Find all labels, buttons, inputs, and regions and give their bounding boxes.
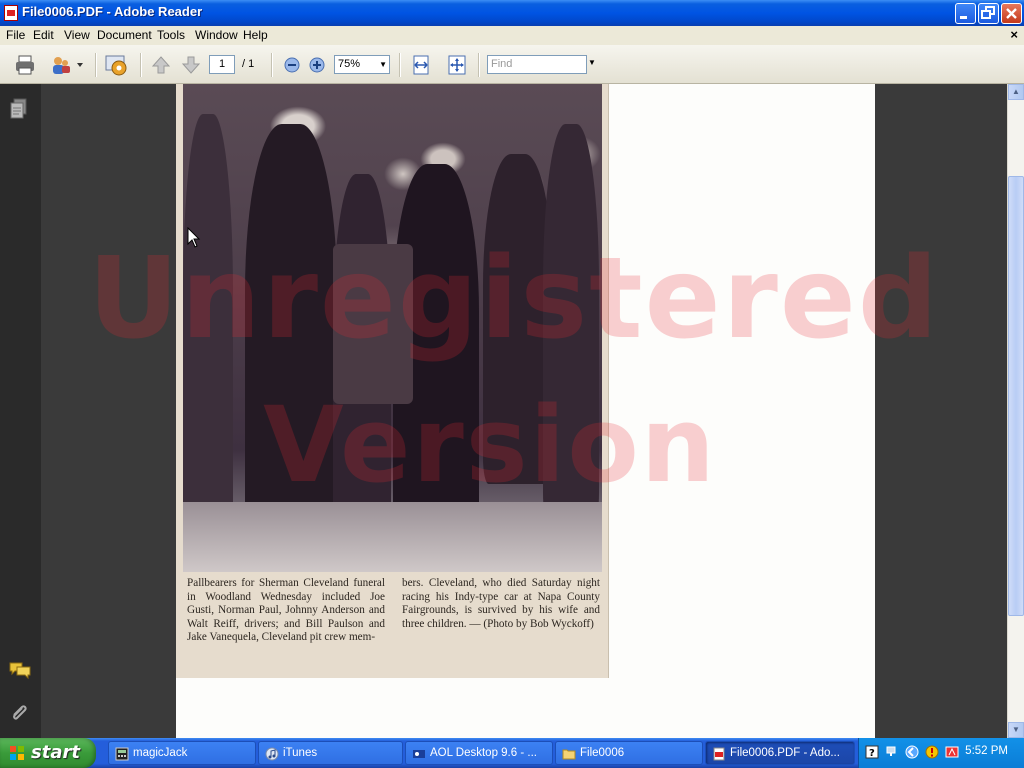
close-icon (1006, 8, 1017, 19)
taskbar: start magicJack iTunes AOL Desktop 9.6 -… (0, 738, 1024, 768)
find-dropdown-icon[interactable]: ▼ (588, 58, 596, 67)
fit-page-icon (448, 55, 466, 75)
menu-document[interactable]: Document (97, 28, 152, 42)
update-button[interactable] (104, 54, 130, 76)
navigation-pane (0, 84, 42, 738)
vertical-scrollbar[interactable]: ▲ ▼ (1007, 84, 1024, 738)
title-bar[interactable]: File0006.PDF - Adobe Reader (0, 0, 1024, 26)
menu-window[interactable]: Window (195, 28, 238, 42)
email-button[interactable] (50, 54, 72, 76)
menu-view[interactable]: View (64, 28, 90, 42)
close-button[interactable] (1001, 3, 1022, 24)
warning-icon[interactable] (925, 745, 939, 759)
help-icon[interactable]: ? (865, 745, 879, 759)
newspaper-clipping: Pallbearers for Sherman Cleveland funera… (176, 84, 609, 678)
print-button[interactable] (14, 54, 36, 76)
chevron-down-icon[interactable]: ▼ (379, 56, 387, 73)
zoom-out-button[interactable] (281, 54, 303, 76)
itunes-icon (265, 747, 279, 761)
previous-page-button[interactable] (150, 54, 172, 76)
people-icon (53, 57, 70, 74)
pages-icon (10, 98, 27, 119)
pdf-page: Pallbearers for Sherman Cleveland funera… (176, 84, 875, 738)
caption-right-column: bers. Cleveland, who died Saturday night… (402, 577, 600, 630)
zoom-level-select[interactable]: 75% ▼ (334, 55, 390, 74)
taskbar-item-magicjack[interactable]: magicJack (108, 741, 256, 765)
folder-icon (562, 749, 576, 760)
system-tray: ? 5:52 PM (858, 738, 1024, 768)
arrow-down-icon (181, 56, 201, 74)
toolbar-separator (399, 53, 401, 77)
menu-tools[interactable]: Tools (157, 28, 185, 42)
paperclip-icon (13, 705, 27, 720)
next-page-button[interactable] (180, 54, 202, 76)
funeral-photo (183, 84, 602, 572)
fit-page-button[interactable] (446, 54, 468, 76)
mouse-cursor-icon (187, 227, 201, 248)
menu-edit[interactable]: Edit (33, 28, 54, 42)
taskbar-item-folder[interactable]: File0006 (555, 741, 703, 765)
printer-icon (16, 55, 34, 75)
fit-width-icon (413, 55, 429, 75)
scroll-down-button[interactable]: ▼ (1008, 722, 1024, 738)
taskbar-item-label: iTunes (283, 747, 318, 759)
adobe-updater-icon[interactable] (945, 745, 959, 759)
network-icon[interactable] (885, 745, 899, 759)
windows-logo-icon (10, 746, 24, 760)
page-number-input[interactable]: 1 (209, 55, 235, 74)
scroll-thumb[interactable] (1008, 176, 1024, 616)
zoom-in-icon (309, 57, 325, 73)
caption-left-column: Pallbearers for Sherman Cleveland funera… (187, 577, 385, 644)
toolbar-separator (478, 53, 480, 77)
page-count: / 1 (242, 58, 255, 70)
find-input[interactable]: Find (487, 55, 587, 74)
pdf-icon (713, 747, 725, 761)
window-title: File0006.PDF - Adobe Reader (22, 4, 203, 19)
photo-floor (183, 502, 602, 572)
zoom-out-icon (284, 57, 300, 73)
scroll-up-button[interactable]: ▲ (1008, 84, 1024, 100)
comments-icon (9, 662, 31, 680)
toolbar-separator (140, 53, 142, 77)
chevron-left-icon[interactable] (905, 745, 919, 759)
start-label: start (31, 742, 80, 763)
toolbar-separator (95, 53, 97, 77)
close-document-button[interactable]: × (1010, 27, 1018, 42)
calculator-icon (115, 747, 129, 761)
aol-icon (413, 750, 425, 758)
globe-gear-icon (105, 55, 127, 76)
minimize-button[interactable] (955, 3, 976, 24)
toolbar-separator (271, 53, 273, 77)
chevron-down-icon (77, 63, 83, 67)
start-button[interactable]: start (0, 738, 96, 768)
arrow-up-icon (151, 56, 171, 74)
restore-icon (981, 6, 995, 19)
document-area[interactable]: Pallbearers for Sherman Cleveland funera… (41, 84, 1007, 738)
system-clock: 5:52 PM (965, 745, 1008, 757)
taskbar-item-itunes[interactable]: iTunes (258, 741, 403, 765)
toolbar: 1 / 1 75% ▼ Find ▼ (0, 45, 1024, 84)
menu-bar: File Edit View Document Tools Window Hel… (0, 26, 1024, 45)
zoom-level-value: 75% (338, 58, 361, 70)
taskbar-item-label: File0006.PDF - Ado... (730, 747, 840, 759)
pages-panel-button[interactable] (9, 98, 29, 123)
menu-help[interactable]: Help (243, 28, 268, 42)
comments-panel-button[interactable] (8, 660, 32, 683)
menu-file[interactable]: File (6, 28, 25, 42)
taskbar-item-adobe-reader[interactable]: File0006.PDF - Ado... (705, 741, 855, 765)
taskbar-item-label: magicJack (133, 747, 188, 759)
fit-width-button[interactable] (410, 54, 432, 76)
email-dropdown[interactable] (74, 54, 86, 76)
adobe-reader-icon (4, 5, 18, 21)
minimize-icon (960, 16, 967, 19)
taskbar-item-aol[interactable]: AOL Desktop 9.6 - ... (405, 741, 553, 765)
restore-button[interactable] (978, 3, 999, 24)
zoom-in-button[interactable] (306, 54, 328, 76)
taskbar-item-label: File0006 (580, 747, 625, 759)
svg-text:?: ? (869, 748, 875, 759)
attachments-panel-button[interactable] (9, 702, 29, 727)
taskbar-item-label: AOL Desktop 9.6 - ... (430, 747, 537, 759)
